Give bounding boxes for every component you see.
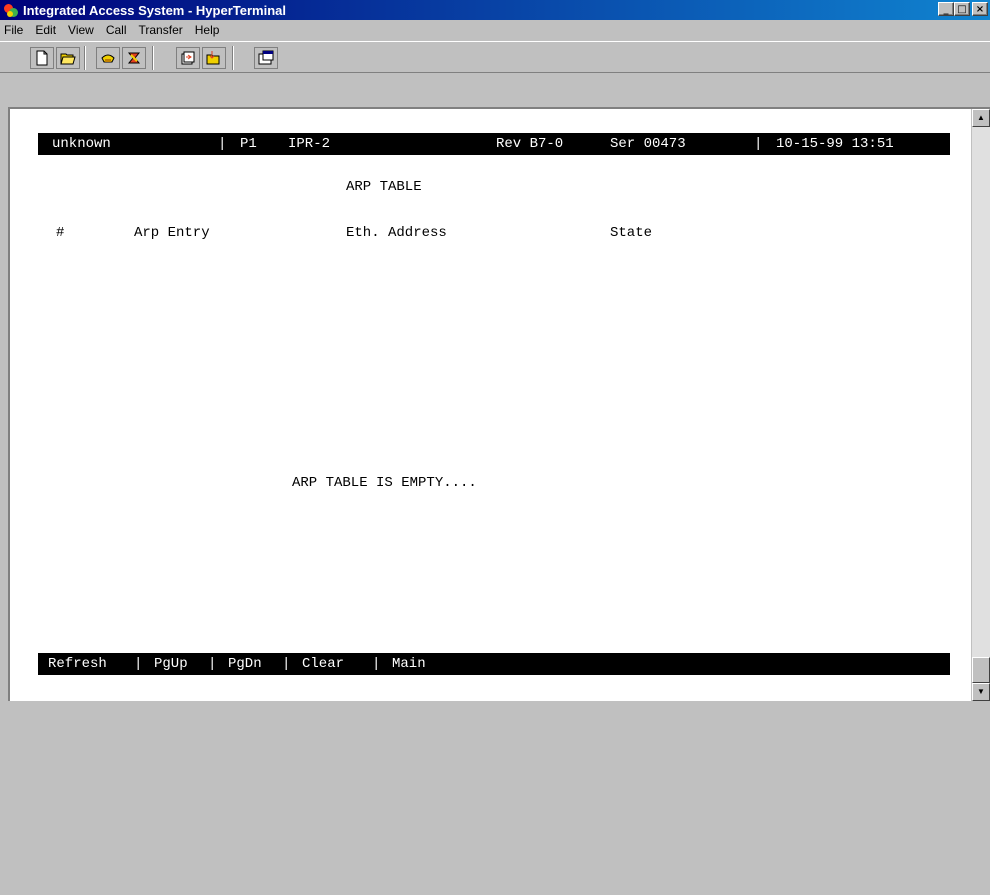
revision-label: Rev B7-0 (496, 136, 564, 152)
screen-title: ARP TABLE (346, 179, 422, 195)
maximize-button[interactable]: □ (954, 2, 970, 16)
menu-file[interactable]: File (0, 23, 29, 37)
hyperterminal-icon[interactable] (3, 2, 19, 18)
new-icon (36, 50, 48, 66)
new-button[interactable] (30, 47, 54, 69)
module-label: IPR-2 (288, 136, 331, 152)
pgdn-command[interactable]: PgDn (228, 653, 262, 675)
open-icon (60, 53, 76, 65)
terminal-screen[interactable]: unknown | P1 IPR-2 Rev B7-0 Ser 00473 | … (12, 111, 970, 697)
clear-command[interactable]: Clear (302, 653, 344, 675)
datetime-label: 10-15-99 13:51 (776, 136, 894, 152)
disconnect-icon (127, 52, 141, 64)
separator: | (282, 656, 291, 672)
column-eth-address: Eth. Address (346, 225, 447, 241)
status-bar: unknown | P1 IPR-2 Rev B7-0 Ser 00473 | … (38, 133, 950, 155)
terminal-window[interactable]: unknown | P1 IPR-2 Rev B7-0 Ser 00473 | … (8, 107, 990, 701)
properties-icon (258, 50, 274, 65)
scroll-down-button[interactable]: ▼ (972, 683, 990, 701)
properties-button[interactable] (254, 47, 278, 69)
send-icon (181, 51, 195, 65)
minimize-button[interactable]: _ (938, 2, 954, 16)
main-command[interactable]: Main (392, 653, 426, 675)
separator: | (372, 656, 381, 672)
close-button[interactable]: × (972, 2, 988, 16)
title-bar: Integrated Access System - HyperTerminal… (0, 0, 990, 20)
open-button[interactable] (56, 47, 80, 69)
host-name: unknown (52, 136, 111, 152)
scroll-thumb[interactable] (972, 657, 990, 683)
scroll-up-button[interactable]: ▲ (972, 109, 990, 127)
column-arp-entry: Arp Entry (134, 225, 210, 241)
column-number: # (56, 225, 65, 241)
window-controls: _ □ × (938, 2, 988, 16)
separator: | (134, 656, 143, 672)
menu-transfer[interactable]: Transfer (133, 23, 189, 37)
toolbar (0, 41, 990, 73)
send-button[interactable] (176, 47, 200, 69)
menu-view[interactable]: View (62, 23, 100, 37)
menu-edit[interactable]: Edit (29, 23, 62, 37)
window-title: Integrated Access System - HyperTerminal (23, 2, 286, 18)
serial-label: Ser 00473 (610, 136, 686, 152)
receive-button[interactable] (202, 47, 226, 69)
separator: | (218, 136, 227, 152)
separator: | (754, 136, 763, 152)
command-bar: Refresh | PgUp | PgDn | Clear | Main (38, 653, 950, 675)
call-icon (101, 54, 115, 63)
disconnect-button[interactable] (122, 47, 146, 69)
receive-icon (206, 51, 220, 65)
column-state: State (610, 225, 653, 241)
pgup-command[interactable]: PgUp (154, 653, 188, 675)
port-label: P1 (240, 136, 257, 152)
menu-help[interactable]: Help (189, 23, 226, 37)
call-button[interactable] (96, 47, 120, 69)
menu-call[interactable]: Call (100, 23, 133, 37)
empty-message: ARP TABLE IS EMPTY.... (292, 475, 477, 491)
refresh-command[interactable]: Refresh (48, 653, 107, 675)
vertical-scrollbar[interactable]: ▲ ▼ (971, 109, 990, 701)
menu-bar: File Edit View Call Transfer Help (0, 20, 990, 40)
separator: | (208, 656, 217, 672)
